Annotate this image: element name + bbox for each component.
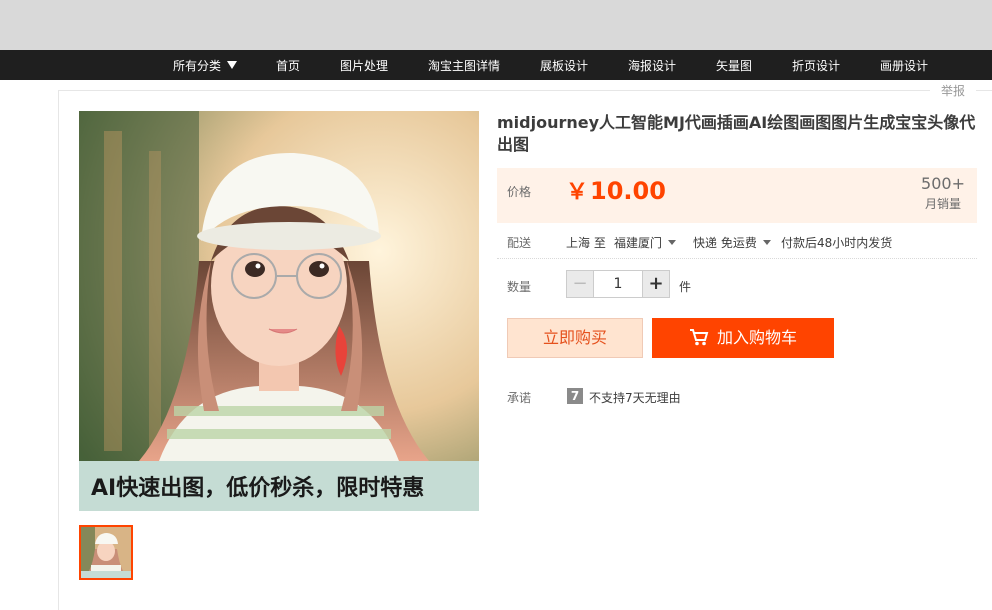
sales-label: 月销量	[925, 197, 962, 211]
nav-taobao-detail[interactable]: 淘宝主图详情	[428, 50, 500, 80]
top-header-band	[0, 0, 992, 50]
add-to-cart-button[interactable]: 加入购物车	[652, 318, 834, 358]
quantity-label: 数量	[507, 280, 532, 294]
ship-method-select[interactable]: 快递 免运费	[693, 234, 771, 251]
quantity-input[interactable]: 1	[593, 270, 643, 298]
ship-from: 上海 至	[566, 236, 606, 250]
caret-down-icon	[668, 240, 677, 245]
nav-album-design[interactable]: 画册设计	[880, 50, 928, 80]
image-banner: AI快速出图，低价秒杀，限时特惠	[79, 461, 479, 511]
nav-all-categories[interactable]: 所有分类	[173, 50, 238, 80]
promise-label: 承诺	[507, 391, 532, 405]
nav-image-processing[interactable]: 图片处理	[340, 50, 388, 80]
price-amount: 10.00	[590, 177, 666, 205]
ship-to-select[interactable]: 福建厦门	[614, 234, 677, 251]
shipping-row: 配送 上海 至 福建厦门 快递 免运费 付款后48小时内发货	[497, 226, 977, 259]
nav-home[interactable]: 首页	[276, 50, 300, 80]
quantity-stepper: − 1 +	[566, 270, 671, 298]
sales-count: 500+	[921, 174, 965, 193]
category-nav: 所有分类 首页 图片处理 淘宝主图详情 展板设计 海报设计 矢量图 折页设计 画…	[0, 50, 992, 80]
nav-fold-design[interactable]: 折页设计	[792, 50, 840, 80]
shipping-label: 配送	[507, 236, 532, 250]
ship-method-text: 快递 免运费	[693, 236, 757, 250]
quantity-unit: 件	[679, 280, 692, 294]
buy-now-button[interactable]: 立即购买	[507, 318, 643, 358]
image-banner-text: AI快速出图，低价秒杀，限时特惠	[91, 476, 425, 501]
price-value: ￥10.00	[566, 174, 666, 206]
ship-to-text: 福建厦门	[614, 236, 663, 250]
thumbnail-illustration	[81, 527, 131, 578]
ship-note: 付款后48小时内发货	[781, 236, 893, 250]
decrease-button[interactable]: −	[566, 270, 594, 298]
add-to-cart-label: 加入购物车	[716, 328, 797, 347]
nav-vector[interactable]: 矢量图	[716, 50, 752, 80]
increase-button[interactable]: +	[642, 270, 670, 298]
product-thumbnail[interactable]	[79, 525, 133, 580]
no-return-icon: 7	[567, 388, 583, 404]
nav-display-board[interactable]: 展板设计	[540, 50, 588, 80]
price-label: 价格	[507, 185, 532, 199]
product-title: midjourney人工智能MJ代画插画AI绘图画图图片生成宝宝头像代出图	[497, 113, 976, 154]
product-main-image[interactable]: AI快速出图，低价秒杀，限时特惠	[79, 111, 479, 511]
price-box: 价格 ￥10.00 500+ 月销量	[497, 168, 977, 223]
cart-icon	[689, 329, 709, 346]
nav-poster-design[interactable]: 海报设计	[628, 50, 676, 80]
promise-text: 不支持7天无理由	[589, 391, 681, 405]
portrait-illustration	[79, 111, 479, 511]
nav-label: 所有分类	[173, 59, 222, 73]
report-link[interactable]: 举报	[930, 84, 976, 98]
currency-symbol: ￥	[566, 180, 589, 205]
monthly-sales: 500+ 月销量	[921, 174, 965, 212]
caret-down-icon	[227, 61, 238, 69]
caret-down-icon	[762, 240, 771, 245]
